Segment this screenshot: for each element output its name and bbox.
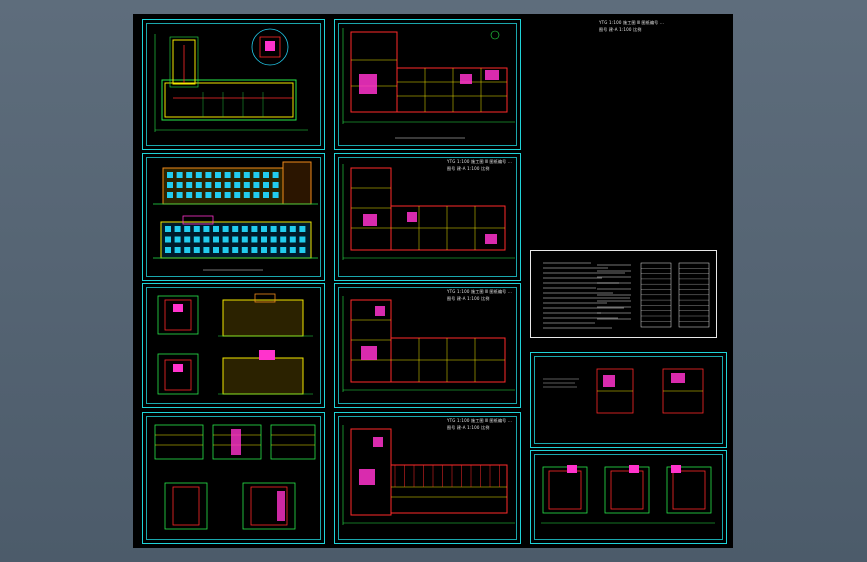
floor-plan-1-drawing bbox=[342, 28, 515, 139]
detail-plans-drawing bbox=[543, 368, 704, 414]
panel-floor-plan-1 bbox=[334, 19, 521, 150]
panel-floor-plan-3: YTG 1:100 施工图 Ⅲ 图纸编号 ... 图号 建-A 1:100 比例 bbox=[334, 283, 521, 408]
section-drawing bbox=[154, 424, 316, 530]
elevation-drawing bbox=[153, 161, 318, 271]
floor-plan-2-drawing bbox=[342, 164, 515, 260]
sheet-subtitle: 图号 建-A 1:100 比例 bbox=[599, 27, 642, 32]
floor-plan-4-drawing bbox=[342, 425, 515, 525]
sheet-title: YTG 1:100 施工图 Ⅲ 图纸编号 ... bbox=[599, 20, 665, 25]
panel-detail-plans bbox=[530, 352, 727, 448]
panel-sections bbox=[142, 412, 325, 544]
design-notes-drawing bbox=[543, 262, 710, 329]
cad-drawing-sheet: YTG 1:100 施工图 Ⅲ 图纸编号 ... 图号 建-A 1:100 比例… bbox=[133, 14, 733, 548]
panel-floor-plan-4: YTG 1:100 施工图 Ⅲ 图纸编号 ... 图号 建-A 1:100 比例 bbox=[334, 412, 521, 544]
panel-design-notes bbox=[530, 250, 717, 338]
panel-floor-plan-2: YTG 1:100 施工图 Ⅲ 图纸编号 ... 图号 建-A 1:100 比例 bbox=[334, 153, 521, 281]
panel-stair-details bbox=[530, 450, 727, 544]
stair-details-drawing bbox=[541, 465, 715, 524]
panel-side-elevations bbox=[142, 283, 325, 408]
floor-plan-3-drawing bbox=[342, 296, 515, 392]
panel-elevations bbox=[142, 153, 325, 281]
side-elevation-drawing bbox=[157, 293, 313, 395]
panel-site-plan bbox=[142, 19, 325, 150]
site-plan-drawing bbox=[154, 28, 308, 132]
